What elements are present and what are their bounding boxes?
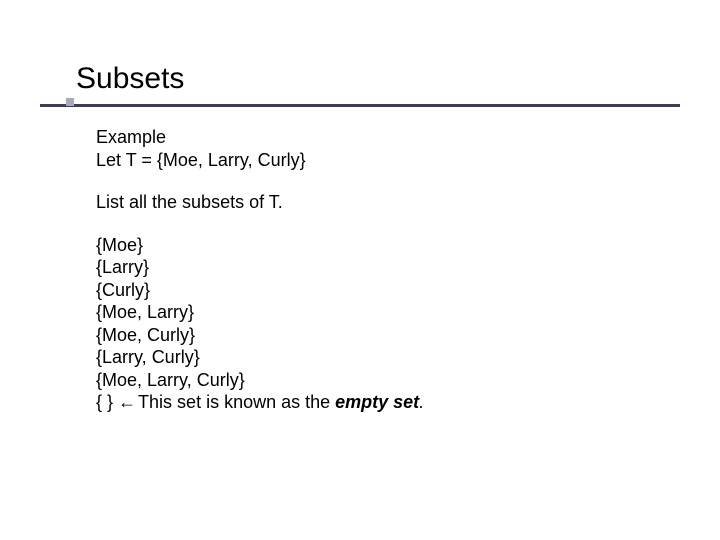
slide-body: Example Let T = {Moe, Larry, Curly} List…	[96, 126, 656, 414]
title-underline	[40, 104, 680, 107]
spacer	[96, 171, 656, 191]
arrow-left-icon: ←	[118, 391, 138, 414]
list-item: {Larry, Curly}	[96, 346, 656, 369]
prompt-text: List all the subsets of T.	[96, 191, 656, 214]
empty-set-period: .	[419, 392, 424, 412]
list-item: {Curly}	[96, 279, 656, 302]
set-definition: Let T = {Moe, Larry, Curly}	[96, 149, 656, 172]
list-item: {Moe, Larry}	[96, 301, 656, 324]
list-item: {Moe}	[96, 234, 656, 257]
slide-title: Subsets	[76, 62, 184, 96]
subset-list: {Moe} {Larry} {Curly} {Moe, Larry} {Moe,…	[96, 234, 656, 414]
slide: Subsets Example Let T = {Moe, Larry, Cur…	[0, 0, 720, 540]
list-item: {Moe, Larry, Curly}	[96, 369, 656, 392]
empty-set-line: { } ←This set is known as the empty set.	[96, 391, 656, 414]
list-item: {Moe, Curly}	[96, 324, 656, 347]
spacer	[96, 214, 656, 234]
list-item: {Larry}	[96, 256, 656, 279]
empty-set-note-prefix: This set is known as the	[138, 392, 335, 412]
example-label: Example	[96, 126, 656, 149]
title-bullet-icon	[66, 98, 74, 106]
empty-set-term: empty set	[335, 392, 419, 412]
empty-set-braces: { }	[96, 392, 113, 412]
